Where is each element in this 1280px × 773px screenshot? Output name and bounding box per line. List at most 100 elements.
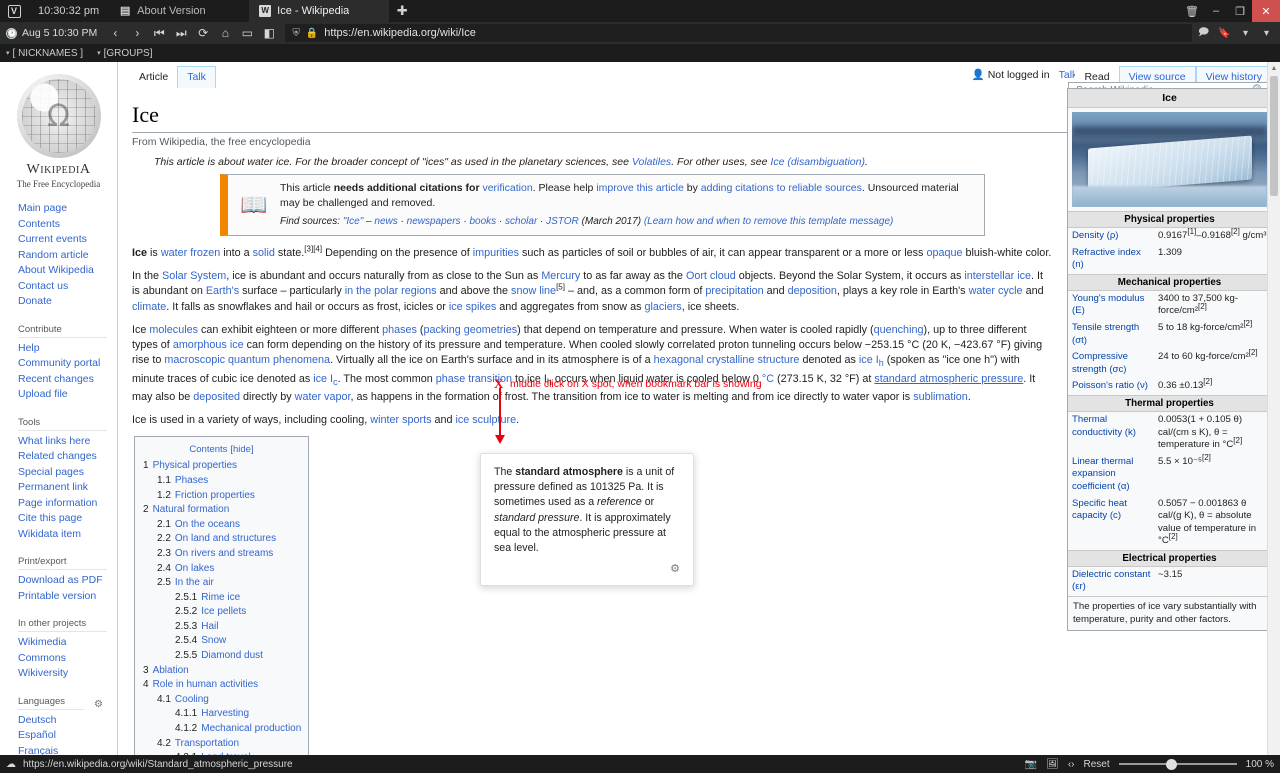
toc-item[interactable]: 1 Physical properties (143, 459, 300, 474)
sidebar-item-upload-file[interactable]: Upload file (18, 387, 117, 403)
toc-item-label[interactable]: Land travel (201, 752, 250, 755)
ambox-link-add-citations[interactable]: adding citations to reliable sources (701, 182, 862, 194)
source-link-books[interactable]: books (469, 216, 496, 227)
infobox-row-key[interactable]: Density (ρ) (1072, 230, 1154, 243)
sidebar-item-related-changes[interactable]: Related changes (18, 449, 117, 465)
zoom-slider-knob[interactable] (1165, 758, 1177, 770)
sidebar-item-about-wikipedia[interactable]: About Wikipedia (18, 263, 117, 279)
sidebar-item-contents[interactable]: Contents (18, 217, 117, 233)
zoom-reset-button[interactable]: Reset (1084, 759, 1110, 770)
toc-item[interactable]: 2.5 In the air (143, 576, 300, 591)
fast-forward-button[interactable]: ⏭ (171, 24, 191, 42)
reload-button[interactable]: ⟳ (193, 24, 213, 42)
citation-ref[interactable]: [2] (1169, 532, 1178, 541)
article-link[interactable]: opaque (926, 247, 962, 259)
toc-item-label[interactable]: Harvesting (201, 708, 249, 719)
tiling-toggle-button[interactable]: ◧ (259, 24, 279, 42)
sidebar-item-main-page[interactable]: Main page (18, 201, 117, 217)
sidebar-item-wikiversity[interactable]: Wikiversity (18, 666, 117, 682)
ambox-link-learn-more[interactable]: (Learn how and when to remove this templ… (644, 216, 894, 227)
overflow-chevron-icon[interactable]: ▾ (1257, 24, 1276, 42)
developer-tools-icon[interactable]: ‹› (1068, 759, 1075, 770)
toc-item-label[interactable]: Friction properties (175, 490, 255, 501)
article-link[interactable]: water (161, 247, 187, 259)
citation-ref[interactable]: [2] (1203, 377, 1212, 386)
toc-item-label[interactable]: Role in human activities (153, 679, 259, 690)
citation-ref[interactable]: [5] (556, 283, 565, 292)
toc-item[interactable]: 2.5.5 Diamond dust (143, 649, 300, 664)
toc-item[interactable]: 1.2 Friction properties (143, 489, 300, 504)
zoom-slider[interactable] (1118, 758, 1237, 770)
home-button[interactable]: ⌂ (215, 24, 235, 42)
article-link[interactable]: water cycle (969, 285, 1023, 297)
toc-item[interactable]: 2.3 On rivers and streams (143, 547, 300, 562)
infobox-row-key[interactable]: Refractive index (n) (1072, 247, 1154, 272)
toc-item-label[interactable]: On rivers and streams (175, 548, 273, 559)
article-link[interactable]: phases (382, 324, 417, 336)
article-link[interactable]: water vapor (295, 391, 351, 403)
address-bar[interactable]: ⛨ 🔒 https://en.wikipedia.org/wiki/Ice (285, 24, 1192, 42)
article-link[interactable]: macroscopic quantum phenomena (164, 354, 330, 366)
page-scrollbar[interactable]: ▲ (1267, 62, 1280, 755)
hatnote-link-disambiguation[interactable]: Ice (disambiguation) (770, 156, 865, 168)
article-link[interactable]: Earth's (206, 285, 239, 297)
language-item-deutsch[interactable]: Deutsch (18, 713, 117, 729)
back-button[interactable]: ‹ (105, 24, 125, 42)
article-link[interactable]: climate (132, 301, 166, 313)
sidebar-item-special-pages[interactable]: Special pages (18, 465, 117, 481)
close-button[interactable]: ✕ (1252, 0, 1280, 22)
hatnote-link-volatiles[interactable]: Volatiles (632, 156, 671, 168)
toc-item-label[interactable]: Snow (201, 635, 226, 646)
scrollbar-thumb[interactable] (1270, 76, 1278, 196)
gear-icon[interactable]: ⚙ (494, 562, 680, 577)
image-toggle-icon[interactable]: 🖼 (1046, 759, 1059, 770)
article-link[interactable]: solid (253, 247, 275, 259)
toc-item[interactable]: 2.5.3 Hail (143, 620, 300, 635)
sidebar-item-community-portal[interactable]: Community portal (18, 356, 117, 372)
infobox-row-key[interactable]: Compressive strength (σc) (1072, 351, 1154, 376)
citation-ref[interactable]: [2] (1249, 348, 1258, 357)
article-link[interactable]: amorphous ice (173, 339, 244, 351)
language-item-espanol[interactable]: Español (18, 728, 117, 744)
sidebar-item-download-as-pdf[interactable]: Download as PDF (18, 573, 117, 589)
bookmark-item-nicknames[interactable]: ▾ [ NICKNAMES ] (6, 48, 83, 59)
bookmark-icon[interactable]: 🔖 (1215, 24, 1234, 42)
toc-item[interactable]: 2.1 On the oceans (143, 518, 300, 533)
infobox-row-key[interactable]: Thermal conductivity (k) (1072, 414, 1154, 439)
sidebar-item-wikidata-item[interactable]: Wikidata item (18, 527, 117, 543)
sidebar-item-page-information[interactable]: Page information (18, 496, 117, 512)
citation-ref[interactable]: [1] (1187, 227, 1196, 236)
toc-item[interactable]: 3 Ablation (143, 664, 300, 679)
sidebar-item-wikimedia-commons[interactable]: Wikimedia Commons (18, 635, 117, 666)
new-tab-button[interactable]: ✚ (389, 0, 415, 22)
chevron-down-icon[interactable]: ▾ (1236, 24, 1255, 42)
citation-ref[interactable]: [2] (1243, 319, 1252, 328)
toc-item[interactable]: 2 Natural formation (143, 503, 300, 518)
tab-ice-wikipedia[interactable]: W Ice - Wikipedia (249, 0, 390, 22)
article-link[interactable]: Mercury (541, 270, 580, 282)
bookmark-item-groups[interactable]: ▾ [GROUPS] (97, 48, 152, 59)
tab-article[interactable]: Article (130, 67, 178, 88)
toc-item-label[interactable]: Ablation (153, 665, 189, 676)
article-link[interactable]: °C (762, 373, 774, 385)
source-link-news[interactable]: news (374, 216, 397, 227)
notes-icon[interactable]: 🗩 (1194, 24, 1213, 42)
toc-item[interactable]: 4.2 Transportation (143, 737, 300, 752)
toc-item[interactable]: 4 Role in human activities (143, 678, 300, 693)
capture-page-icon[interactable]: 📷 (1025, 759, 1037, 770)
article-link[interactable]: winter sports (370, 414, 431, 426)
language-item-francais[interactable]: Français (18, 744, 117, 756)
citation-ref[interactable]: [2] (1231, 227, 1240, 236)
article-link[interactable]: frozen (190, 247, 220, 259)
source-link-newspapers[interactable]: newspapers (407, 216, 461, 227)
toc-item-label[interactable]: On land and structures (175, 533, 276, 544)
article-link[interactable]: ice spikes (449, 301, 496, 313)
article-link[interactable]: snow line (511, 285, 556, 297)
wikipedia-logo[interactable]: Ω WIKIPEDIA The Free Encyclopedia (0, 70, 117, 201)
toc-item[interactable]: 2.4 On lakes (143, 562, 300, 577)
forward-button[interactable]: › (127, 24, 147, 42)
toc-item-label[interactable]: Transportation (175, 738, 239, 749)
article-link[interactable]: precipitation (705, 285, 763, 297)
toc-item[interactable]: 2.5.2 Ice pellets (143, 605, 300, 620)
citation-ref[interactable]: [2] (1198, 302, 1207, 311)
